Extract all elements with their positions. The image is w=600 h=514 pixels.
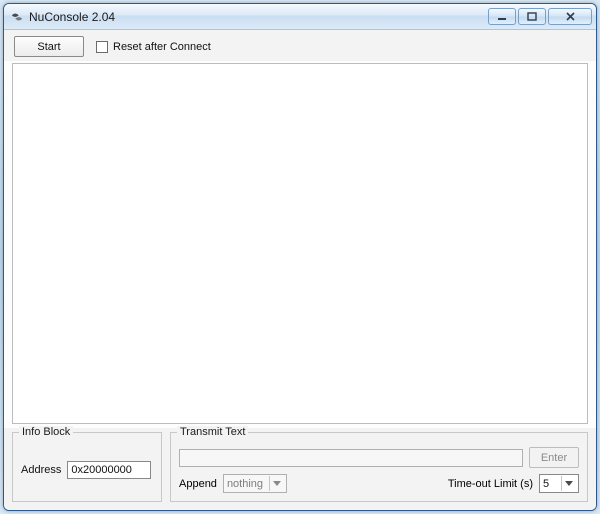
address-label: Address [21,464,61,476]
chevron-down-icon [561,476,575,491]
console-output[interactable] [12,63,588,424]
address-input[interactable] [67,461,151,479]
minimize-button[interactable] [488,8,516,25]
reset-checkbox-label: Reset after Connect [113,41,211,53]
chevron-down-icon [269,476,283,491]
transmit-group: Transmit Text Enter Append nothing Time-… [170,432,588,502]
window-title: NuConsole 2.04 [29,10,115,24]
info-block-legend: Info Block [19,426,73,438]
reset-checkbox[interactable]: Reset after Connect [96,41,211,53]
transmit-legend: Transmit Text [177,426,248,438]
toolbar: Start Reset after Connect [4,30,596,61]
append-select-value: nothing [227,478,263,490]
timeout-select[interactable]: 5 [539,474,579,493]
transmit-input[interactable] [179,449,523,467]
enter-button[interactable]: Enter [529,447,579,468]
maximize-button[interactable] [518,8,546,25]
append-select[interactable]: nothing [223,474,287,493]
append-label: Append [179,478,217,490]
window-controls [488,8,592,25]
bottom-panel: Info Block Address Transmit Text Enter A… [4,428,596,510]
app-icon [10,10,24,24]
app-window: NuConsole 2.04 Start Reset after Connect [3,3,597,511]
start-button[interactable]: Start [14,36,84,57]
close-button[interactable] [548,8,592,25]
checkbox-icon [96,41,108,53]
timeout-select-value: 5 [543,478,555,490]
timeout-label: Time-out Limit (s) [448,478,533,490]
info-block-group: Info Block Address [12,432,162,502]
titlebar: NuConsole 2.04 [4,4,596,30]
